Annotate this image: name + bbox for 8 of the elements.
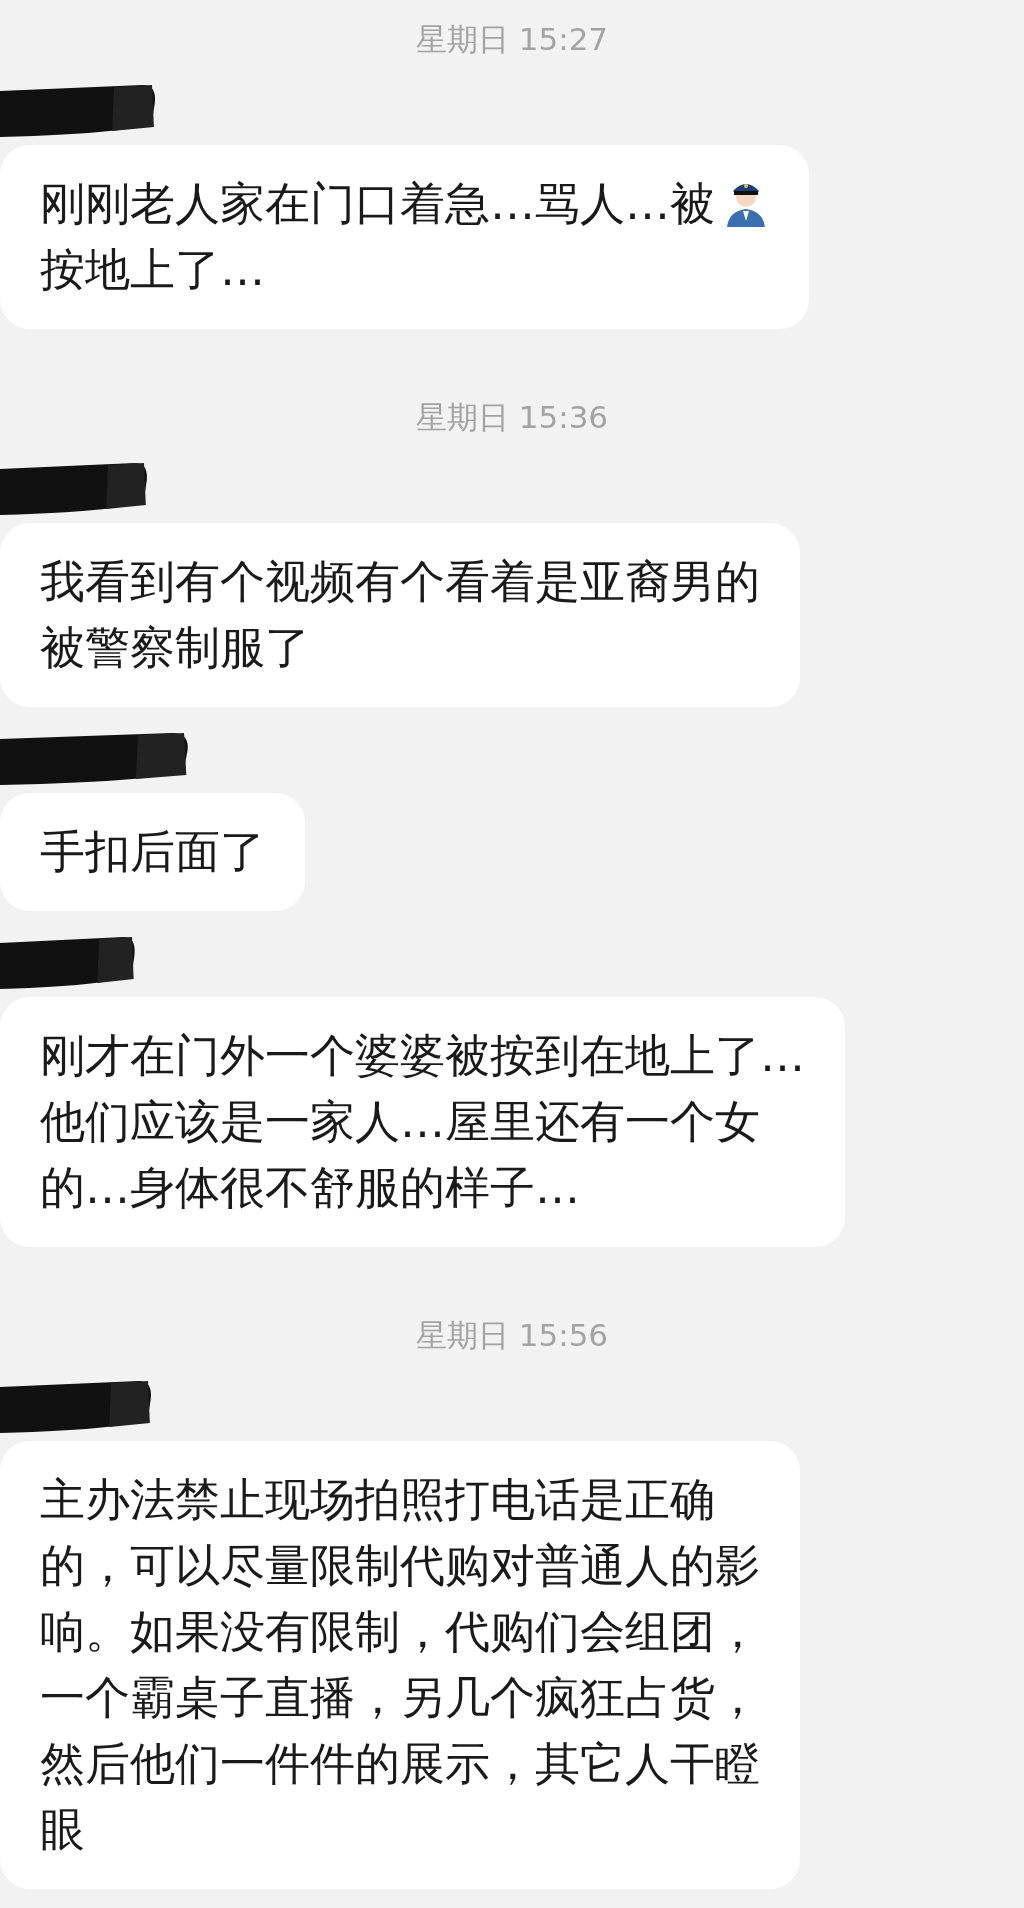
timestamp: 星期日 15:36 xyxy=(415,399,609,435)
timestamp: 星期日 15:27 xyxy=(415,21,609,57)
message-bubble: 主办法禁止现场拍照打电话是正确 的，可以尽量限制代购对普通人的影 响。如果没有限制，代购们会组团， 一个霸桌子直播，另几个疯狂占货， 然后他们一件件的展示，其它人干瞪 眼 xyxy=(0,1441,800,1889)
message-bubble: 刚才在门外一个婆婆被按到在地上了… 他们应该是一家人…屋里还有一个女 的…身体很不舒服的样子… xyxy=(0,997,845,1247)
timestamp: 星期日 15:56 xyxy=(415,1317,609,1353)
message-bubble: 刚刚老人家在门口着急…骂人…被 按地上了… xyxy=(0,145,809,329)
message-bubble: 手扣后面了 xyxy=(0,793,305,911)
message-bubble: 我看到有个视频有个看着是亚裔男的 被警察制服了 xyxy=(0,523,800,707)
